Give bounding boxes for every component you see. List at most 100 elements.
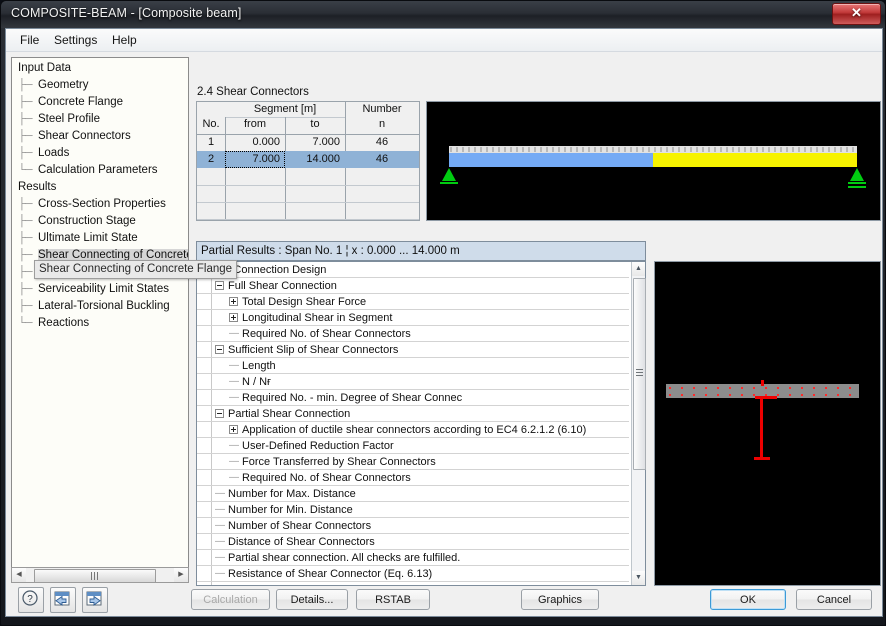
tree-item-input-data[interactable]: Input Data [12, 60, 188, 77]
result-row[interactable]: — Required No. - min. Degree of Shear Con… [197, 390, 629, 406]
tree-branch-icon: — [215, 504, 225, 515]
table-cell-to[interactable]: 7.000 [285, 134, 345, 151]
tree-item-results[interactable]: Results [12, 179, 188, 196]
menu-bar: File Settings Help [6, 29, 882, 52]
cancel-button[interactable]: Cancel [796, 589, 872, 610]
scroll-up-arrow-icon[interactable]: ▲ [632, 262, 645, 276]
scroll-thumb[interactable] [34, 569, 156, 583]
previous-button[interactable] [50, 587, 76, 613]
ok-button[interactable]: OK [710, 589, 786, 610]
group-header-number: Number [362, 103, 402, 115]
tree-branch-icon: — [229, 392, 239, 403]
result-label: N / Nғ [242, 376, 272, 388]
collapse-icon[interactable] [215, 281, 224, 290]
application-window: COMPOSITE-BEAM - [Composite beam] ✕ File… [0, 0, 886, 626]
cross-section-graphic[interactable] [654, 261, 881, 586]
scroll-left-arrow-icon[interactable]: ◀ [12, 568, 26, 582]
table-row-empty[interactable] [197, 202, 419, 220]
table-cell-n[interactable]: 46 [345, 134, 419, 151]
tree-item-serviceability-limit-states[interactable]: ├─ Serviceability Limit States [12, 281, 188, 298]
result-row[interactable]: Application of ductile shear connectors … [197, 422, 629, 438]
tree-item-steel-profile[interactable]: ├─ Steel Profile [12, 111, 188, 128]
table-row-empty[interactable] [197, 168, 419, 186]
menu-file[interactable]: File [14, 32, 45, 48]
tree-item-calculation-parameters[interactable]: └─ Calculation Parameters [12, 162, 188, 179]
table-cell-n[interactable]: 46 [345, 151, 419, 168]
section-title: 2.4 Shear Connectors [197, 86, 309, 98]
result-row[interactable]: —Number of Shear ConnectorsN46 [197, 518, 629, 534]
result-row[interactable]: Sufficient Slip of Shear Connectors [197, 342, 629, 358]
tree-item-reactions[interactable]: └─ Reactions [12, 315, 188, 332]
result-label: Longitudinal Shear in Segment [242, 312, 393, 324]
result-row[interactable]: —Force Transferred by Shear ConnectorsFᶜ… [197, 454, 629, 470]
expand-icon[interactable] [229, 425, 238, 434]
tree-item-concrete-flange[interactable]: ├─ Concrete Flange [12, 94, 188, 111]
table-row[interactable]: 1 0.000 7.000 46 [197, 134, 419, 151]
table-cell-from[interactable]: 0.000 [225, 134, 285, 151]
tree-item-ultimate-limit-state[interactable]: ├─ Ultimate Limit State [12, 230, 188, 247]
tree-item-shear-connectors[interactable]: ├─ Shear Connectors [12, 128, 188, 145]
calculation-button[interactable]: Calculation [191, 589, 270, 610]
tree-item-loads[interactable]: ├─ Loads [12, 145, 188, 162]
tree-item-geometry[interactable]: ├─ Geometry [12, 77, 188, 94]
collapse-icon[interactable] [215, 345, 224, 354]
beam-elevation-graphic[interactable] [426, 101, 881, 221]
help-button[interactable]: ? [18, 587, 44, 613]
result-row[interactable]: Partial Shear Connection [197, 406, 629, 422]
table-row-empty[interactable] [197, 185, 419, 203]
tree-item-construction-stage[interactable]: ├─ Construction Stage [12, 213, 188, 230]
result-row[interactable]: Full Shear Connection [197, 278, 629, 294]
result-row[interactable]: Longitudinal Shear in SegmentFᶜᶦ,ᵛ3188.5… [197, 310, 629, 326]
result-row[interactable]: — Partial shear connection. All checks ar… [197, 550, 629, 566]
menu-settings[interactable]: Settings [48, 32, 103, 48]
group-header-segment: Segment [m] [253, 103, 317, 115]
arrow-right-icon [86, 591, 102, 606]
scroll-thumb-vertical[interactable] [633, 278, 646, 470]
tree-branch-icon: — [229, 456, 239, 467]
navigation-tree-panel: Input Data ├─ Geometry ├─ Concrete Flange ├─ S… [11, 57, 189, 582]
result-row[interactable]: — Resistance of Shear Connector (Eq. 6.13… [197, 566, 629, 582]
tree-item-label: Geometry [38, 79, 89, 91]
collapse-icon[interactable] [215, 409, 224, 418]
partial-results-header: Partial Results : Span No. 1 ¦ x : 0.000… [196, 241, 646, 261]
shear-connectors-table[interactable]: No. Segment [m] from to Number n 1 0.000 7… [196, 101, 420, 221]
tree-item-lateral-torsional-buckling[interactable]: ├─ Lateral-Torsional Buckling [12, 298, 188, 315]
graphics-button[interactable]: Graphics [521, 589, 599, 610]
scroll-right-arrow-icon[interactable]: ▶ [174, 568, 188, 582]
menu-help[interactable]: Help [106, 32, 143, 48]
table-cell-no[interactable]: 1 [197, 134, 225, 151]
tree-item-label: Ultimate Limit State [38, 232, 138, 244]
result-row[interactable]: Total Design Shear ForceVₗ3188.55kN [197, 294, 629, 310]
result-row[interactable]: —User-Defined Reduction FactorX̄0.8284 [197, 438, 629, 454]
partial-results-vertical-scrollbar[interactable]: ▲ ▼ [631, 262, 646, 585]
table-cell-no[interactable]: 2 [197, 151, 225, 168]
rstab-button[interactable]: RSTAB [356, 589, 430, 610]
result-row[interactable]: —Number for Min. DistanceNₘₐₓ46 [197, 502, 629, 518]
details-button[interactable]: Details... [276, 589, 348, 610]
navigation-tree: Input Data ├─ Geometry ├─ Concrete Flange ├─ S… [12, 60, 188, 332]
scroll-down-arrow-icon[interactable]: ▼ [632, 571, 645, 585]
expand-icon[interactable] [229, 297, 238, 306]
result-symbol: Nₘₐₓ [645, 502, 646, 518]
result-row[interactable]: —Number for Max. DistanceNₘᵢₙ9 [197, 486, 629, 502]
result-row[interactable]: —N / Nғ0.04 * L0.5600 [197, 374, 629, 390]
result-row[interactable]: —Distance of Shear Connectorss150.0mm [197, 534, 629, 550]
result-row[interactable]: —Required No. of Shear ConnectorsNғ53 [197, 326, 629, 342]
tree-item-cross-section-properties[interactable]: ├─ Cross-Section Properties [12, 196, 188, 213]
result-row[interactable]: —Required No. of Shear ConnectorsNғᶜ44 [197, 470, 629, 486]
result-symbol: N [645, 518, 646, 534]
tree-branch-icon: — [229, 360, 239, 371]
next-button[interactable] [82, 587, 108, 613]
table-cell-to[interactable]: 14.000 [285, 151, 345, 168]
tree-horizontal-scrollbar[interactable]: ◀ ▶ [11, 567, 189, 583]
partial-results-table[interactable]: Shear Connection Design Full Shear Connec… [196, 261, 646, 586]
result-label: Application of ductile shear connectors … [242, 424, 587, 436]
column-header-n: n [378, 118, 386, 130]
close-button[interactable]: ✕ [832, 3, 881, 25]
table-header: No. Segment [m] from to Number n [197, 102, 419, 135]
tree-branch-icon: — [229, 376, 239, 387]
result-row[interactable]: Shear Connection Design [197, 262, 629, 278]
expand-icon[interactable] [229, 313, 238, 322]
column-header-no: No. [202, 118, 220, 130]
result-row[interactable]: —LengthL14.000m [197, 358, 629, 374]
